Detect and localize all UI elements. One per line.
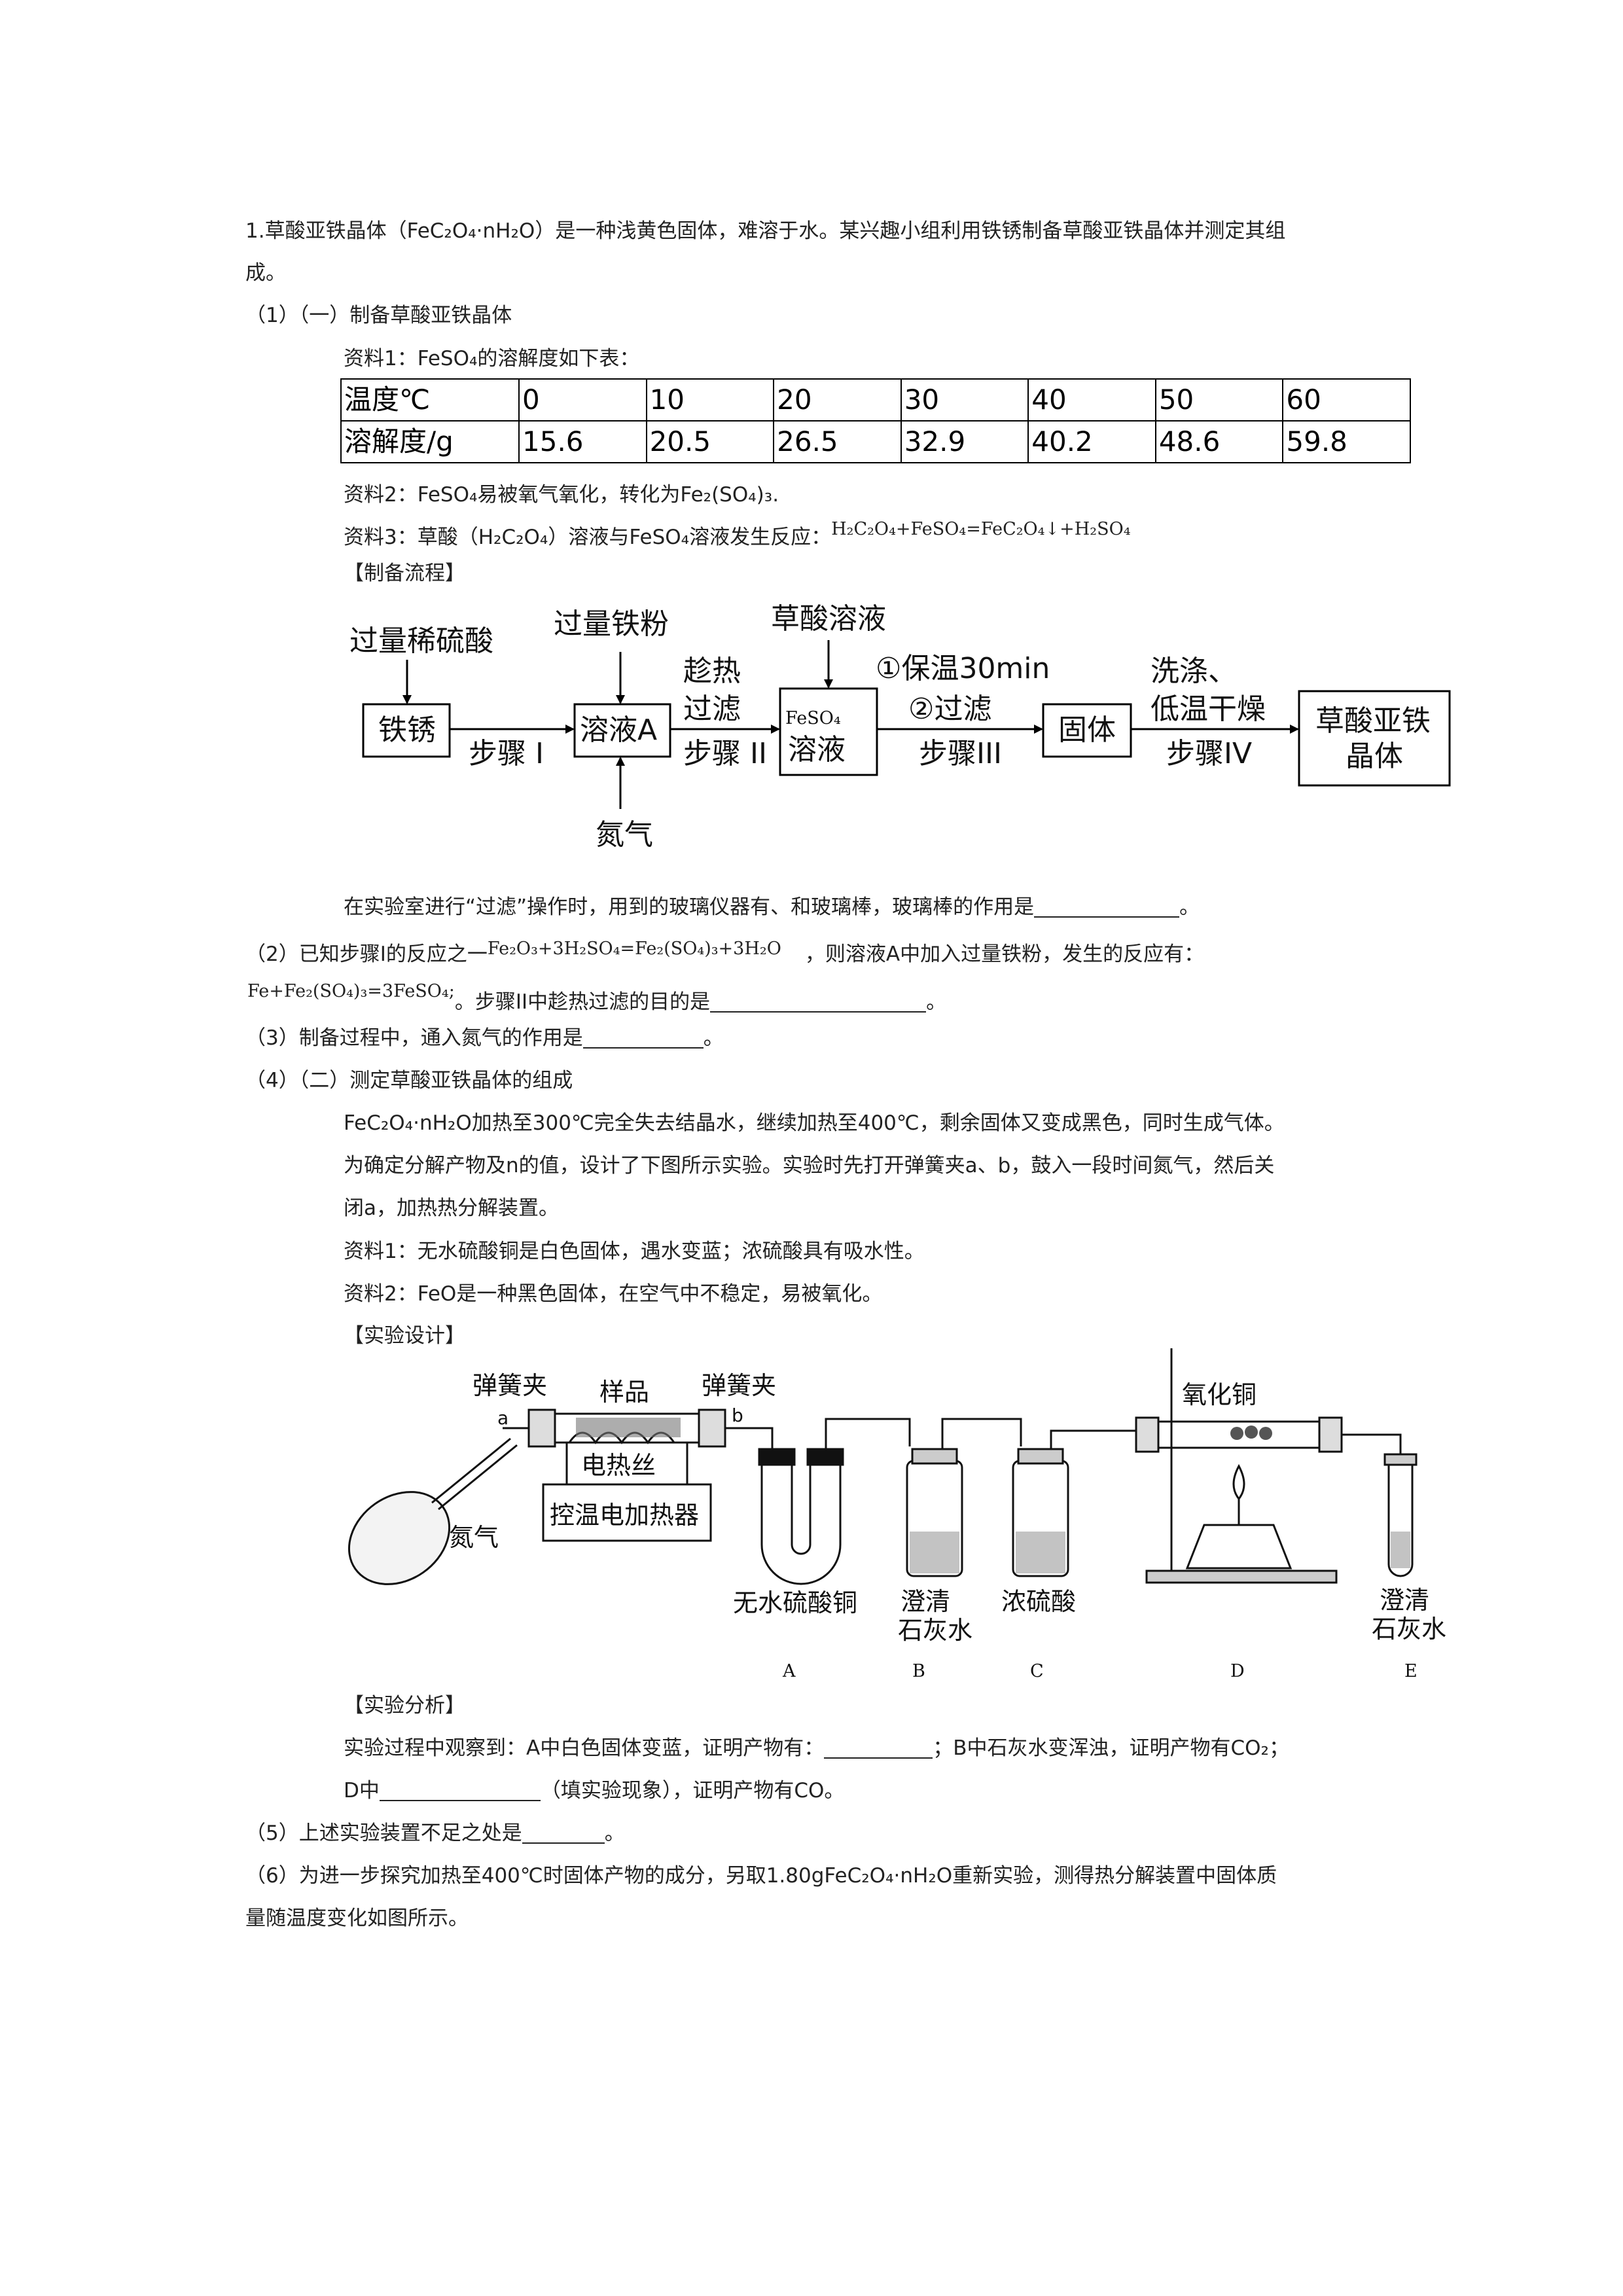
apparatus-letter-a: A	[782, 1661, 796, 1681]
analysis-heading: 【实验分析】	[344, 1694, 465, 1717]
alcohol-lamp	[1185, 1524, 1293, 1570]
copper-oxide-label: 氧化铜	[1182, 1380, 1257, 1409]
stopper	[527, 1408, 556, 1448]
clip-b-label: 弹簧夹	[702, 1371, 776, 1400]
lime-water	[910, 1532, 959, 1573]
apparatus-letter-b: B	[912, 1661, 925, 1681]
analysis-text2: ；B中石灰水变浑浊，证明产物有CO₂；	[933, 1736, 1289, 1760]
copper-oxide	[1259, 1427, 1272, 1440]
lime-water	[1391, 1532, 1410, 1568]
answer-blank[interactable]	[824, 1738, 933, 1759]
part6-line2: 量随温度变化如图所示。	[245, 1907, 469, 1930]
connecting-tube	[1050, 1429, 1139, 1449]
part5-text: （5）上述实验装置不足之处是	[245, 1821, 522, 1845]
answer-blank[interactable]	[379, 1780, 541, 1801]
apparatus-b-label-1: 澄清	[901, 1587, 950, 1616]
part5-end: 。	[604, 1821, 625, 1845]
part6-line1: （6）为进一步探究加热至400℃时固体产物的成分，另取1.80gFeC₂O₄·n…	[245, 1864, 1277, 1888]
heater-wire-label: 电热丝	[581, 1451, 656, 1480]
apparatus-b-label-2: 石灰水	[898, 1616, 972, 1645]
connecting-tube	[825, 1418, 911, 1449]
apparatus-letter-d: D	[1230, 1661, 1245, 1681]
nitrogen-bag	[348, 1491, 451, 1585]
u-tube	[760, 1460, 842, 1585]
nitrogen-label: 氮气	[449, 1523, 499, 1552]
stopper	[1383, 1453, 1418, 1466]
part5: （5）上述实验装置不足之处是 。	[245, 1820, 625, 1847]
apparatus-a-label: 无水硫酸铜	[733, 1588, 857, 1617]
stopper	[806, 1448, 844, 1466]
copper-oxide	[1245, 1426, 1258, 1439]
sample-solid	[576, 1418, 681, 1437]
stopper	[698, 1408, 726, 1448]
apparatus-e-label-2: 石灰水	[1372, 1615, 1446, 1643]
stand-base	[1145, 1570, 1338, 1584]
stopper	[1135, 1416, 1160, 1453]
analysis-text: 实验过程中观察到：A中白色固体变蓝，证明产物有：	[344, 1736, 825, 1760]
answer-blank[interactable]	[522, 1823, 605, 1844]
connecting-tube	[941, 1418, 1022, 1449]
sulfuric-acid	[1016, 1532, 1065, 1573]
stopper	[758, 1448, 796, 1466]
document-page: 1.草酸亚铁晶体（FeC₂O₄·nH₂O）是一种浅黄色固体，难溶于水。某兴趣小组…	[0, 0, 1623, 2296]
clip-a-label: 弹簧夹	[473, 1371, 547, 1400]
apparatus-diagram: 弹簧夹 a 样品 弹簧夹 b 电热丝 控温电加热器 氮气 氧化铜 无水硫酸铜 澄…	[348, 1348, 1446, 1681]
apparatus-letter-e: E	[1404, 1661, 1418, 1681]
apparatus-e-label-1: 澄清	[1380, 1586, 1429, 1615]
apparatus-c-label: 浓硫酸	[1001, 1587, 1076, 1616]
clip-b-letter: b	[732, 1405, 743, 1426]
stopper	[1318, 1416, 1343, 1453]
analysis-line2: D中 （填实验现象），证明产物有CO。	[344, 1777, 844, 1804]
copper-oxide	[1230, 1427, 1243, 1440]
sample-label: 样品	[599, 1378, 649, 1407]
clip-a-letter: a	[497, 1407, 508, 1429]
stopper	[911, 1448, 958, 1465]
analysis-line1: 实验过程中观察到：A中白色固体变蓝，证明产物有： ；B中石灰水变浑浊，证明产物有C…	[344, 1734, 1289, 1762]
gas-tube	[431, 1437, 518, 1511]
analysis-text4: （填实验现象），证明产物有CO。	[540, 1779, 845, 1803]
stopper	[1017, 1448, 1064, 1465]
heater-label: 控温电加热器	[550, 1501, 699, 1530]
apparatus-letter-c: C	[1030, 1661, 1044, 1681]
lamp-flame	[1232, 1463, 1245, 1525]
analysis-text3: D中	[344, 1779, 380, 1803]
